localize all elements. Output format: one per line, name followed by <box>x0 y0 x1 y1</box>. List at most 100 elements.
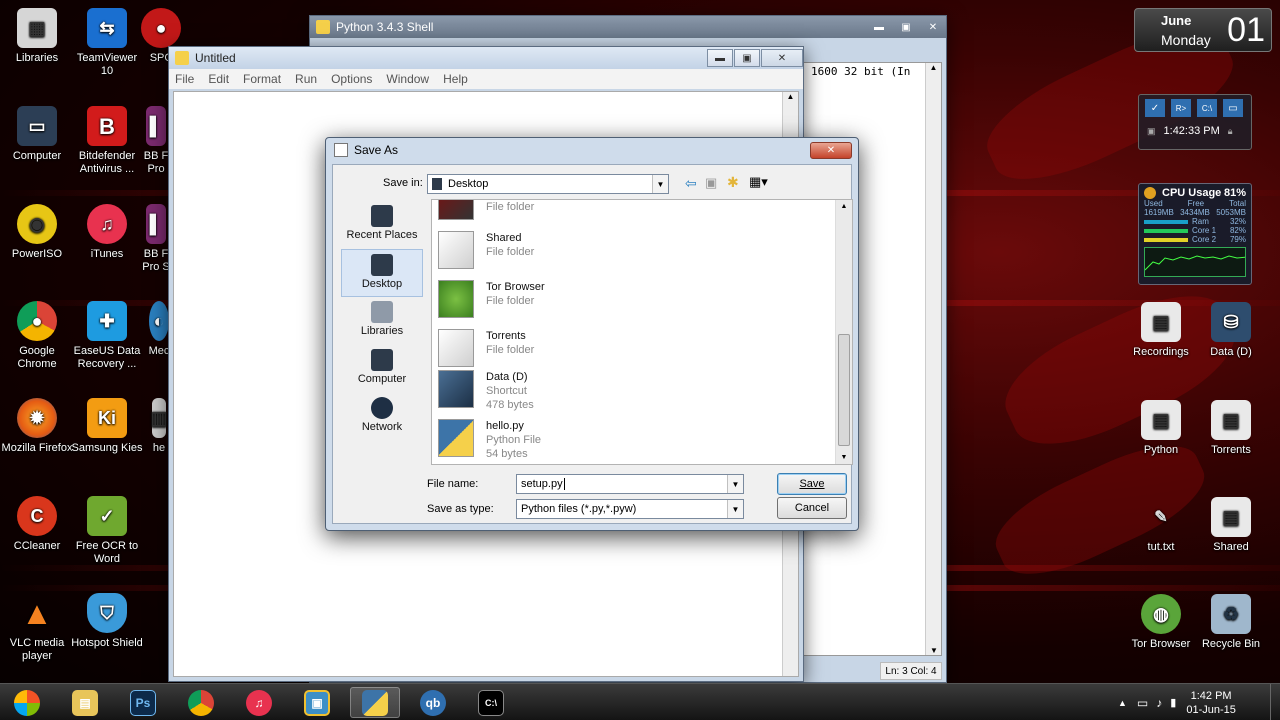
desktop-icon-python[interactable]: ▤ Python <box>1125 400 1197 457</box>
menu-edit[interactable]: Edit <box>208 72 229 86</box>
desktop-icon-tut-txt[interactable]: ✎ tut.txt <box>1125 497 1197 554</box>
close-button[interactable]: ✕ <box>920 18 946 36</box>
desktop-icon-recycle-bin[interactable]: ♻ Recycle Bin <box>1195 594 1267 651</box>
shell-scrollbar[interactable]: ▲ ▼ <box>925 63 941 655</box>
taskbar-photoshop[interactable]: Ps <box>118 687 168 718</box>
desktop-icon-data-d[interactable]: ⛁ Data (D) <box>1195 302 1267 359</box>
menu-window[interactable]: Window <box>386 72 429 86</box>
taskbar-qbittorrent[interactable]: qb <box>408 687 458 718</box>
desktop-icon-free-ocr[interactable]: ✓ Free OCR to Word <box>71 496 143 566</box>
cpu-total-label: Total <box>1229 199 1246 208</box>
signal-icon[interactable]: ▮ <box>1170 696 1176 709</box>
cancel-button[interactable]: Cancel <box>777 497 847 519</box>
connect-icon[interactable]: R> <box>1171 99 1191 117</box>
taskbar-archive[interactable]: ▣ <box>292 687 342 718</box>
network-check-icon[interactable]: ✓ <box>1145 99 1165 117</box>
scrollbar-thumb[interactable] <box>838 334 850 446</box>
menu-file[interactable]: File <box>175 72 194 86</box>
file-list-scrollbar[interactable]: ▲ ▼ <box>835 200 852 464</box>
taskbar-chrome[interactable] <box>176 687 226 718</box>
editor-scroll-up-icon[interactable]: ▲ <box>783 92 798 101</box>
start-button[interactable] <box>2 687 52 718</box>
save-in-combo[interactable]: Desktop ▼ <box>427 174 669 194</box>
save-button[interactable]: Save <box>777 473 847 495</box>
dialog-titlebar[interactable]: Save As ✕ <box>326 138 858 162</box>
desktop-icon-poweriso[interactable]: ◉ PowerISO <box>1 204 73 261</box>
desktop-icon-teamviewer[interactable]: ⇆ TeamViewer 10 <box>71 8 143 78</box>
place-desktop[interactable]: Desktop <box>341 249 423 297</box>
maximize-button[interactable]: ▣ <box>893 18 919 36</box>
tray-expand-icon[interactable]: ▲ <box>1118 698 1127 708</box>
place-libraries[interactable]: Libraries <box>341 297 423 345</box>
desktop-icon-computer[interactable]: ▭ Computer <box>1 106 73 163</box>
taskbar-explorer[interactable]: ▤ <box>60 687 110 718</box>
file-list[interactable]: File folder Shared File folder Tor Brows… <box>431 199 853 465</box>
chevron-down-icon[interactable]: ▼ <box>727 475 743 493</box>
desktop-icon-itunes[interactable]: ♫ iTunes <box>71 204 143 261</box>
clock-gadget[interactable]: ✓ R> C:\ ▭ ▣ 1:42:33 PM 🔒︎ <box>1138 94 1252 150</box>
show-desktop-button[interactable] <box>1270 684 1280 720</box>
file-name-input[interactable]: setup.py ▼ <box>516 474 744 494</box>
place-computer[interactable]: Computer <box>341 345 423 393</box>
place-network[interactable]: Network <box>341 393 423 441</box>
desktop-icon-shared[interactable]: ▤ Shared <box>1195 497 1267 554</box>
shell-titlebar[interactable]: Python 3.4.3 Shell ▬ ▣ ✕ <box>310 16 946 38</box>
editor-close-button[interactable]: ✕ <box>761 49 803 67</box>
desktop-icon-google-chrome[interactable]: ● Google Chrome <box>1 301 73 371</box>
editor-titlebar[interactable]: Untitled ▬ ▣ ✕ <box>169 47 803 69</box>
editor-maximize-button[interactable]: ▣ <box>734 49 760 67</box>
scroll-up-icon[interactable]: ▲ <box>836 200 852 210</box>
menu-format[interactable]: Format <box>243 72 281 86</box>
scroll-down-icon[interactable]: ▼ <box>926 646 942 655</box>
menu-help[interactable]: Help <box>443 72 468 86</box>
monitor-icon[interactable]: ▭ <box>1223 99 1243 117</box>
desktop-icon-ccleaner[interactable]: C CCleaner <box>1 496 73 553</box>
desktop-icon-samsung-kies[interactable]: Ki Samsung Kies <box>71 398 143 455</box>
menu-run[interactable]: Run <box>295 72 317 86</box>
desktop-icon-bitdefender[interactable]: B Bitdefender Antivirus ... <box>71 106 143 176</box>
network-tray-icon[interactable]: ▭ <box>1137 696 1148 710</box>
desktop-icon-easeus[interactable]: ✚ EaseUS Data Recovery ... <box>71 301 143 371</box>
scroll-up-icon[interactable]: ▲ <box>926 63 941 72</box>
taskbar-cmd[interactable]: C:\ <box>466 687 516 718</box>
list-item[interactable]: Tor Browser File folder <box>438 280 545 326</box>
calendar-gadget[interactable]: June Monday 01 <box>1134 8 1272 52</box>
desktop-icon-firefox[interactable]: ✹ Mozilla Firefox <box>1 398 73 455</box>
up-folder-icon[interactable]: ▣ <box>705 175 717 191</box>
taskbar-python[interactable] <box>350 687 400 718</box>
list-item[interactable]: File folder <box>438 200 534 228</box>
desktop-icon-bbf-pro-s[interactable]: ▌ BB F Pro S <box>141 204 171 274</box>
list-item[interactable]: hello.py Python File 54 bytes <box>438 419 541 464</box>
desktop-icon-tor-browser[interactable]: ◍ Tor Browser <box>1125 594 1197 651</box>
places-bar: Recent Places Desktop Libraries Computer… <box>341 201 423 463</box>
desktop-icon-torrents[interactable]: ▤ Torrents <box>1195 400 1267 457</box>
desktop-icon-hotspot-shield[interactable]: ⛉ Hotspot Shield <box>71 593 143 650</box>
taskbar-itunes[interactable]: ♫ <box>234 687 284 718</box>
recycle-bin-icon: ♻ <box>1211 594 1251 634</box>
chevron-down-icon[interactable]: ▼ <box>652 175 668 193</box>
cmd-icon[interactable]: C:\ <box>1197 99 1217 117</box>
desktop-icon-recordings[interactable]: ▤ Recordings <box>1125 302 1197 359</box>
scroll-down-icon[interactable]: ▼ <box>836 454 852 461</box>
view-menu-icon[interactable]: ▦▾ <box>749 174 768 190</box>
place-recent-places[interactable]: Recent Places <box>341 201 423 249</box>
file-name: Torrents <box>486 330 526 342</box>
volume-icon[interactable]: ♪ <box>1156 696 1162 710</box>
desktop-icon-vlc[interactable]: ▲ VLC media player <box>1 593 73 663</box>
list-item[interactable]: Torrents File folder <box>438 329 534 375</box>
minimize-button[interactable]: ▬ <box>866 18 892 36</box>
save-as-dialog[interactable]: Save As ✕ Save in: Desktop ▼ ⇦ ▣ ✱ ▦▾ Re… <box>325 137 859 531</box>
editor-minimize-button[interactable]: ▬ <box>707 49 733 67</box>
list-item[interactable]: Shared File folder <box>438 231 534 277</box>
chevron-down-icon[interactable]: ▼ <box>727 500 743 518</box>
desktop-icon-bbf-pro[interactable]: ▌ BB F Pro <box>141 106 171 176</box>
new-folder-icon[interactable]: ✱ <box>727 174 739 191</box>
dialog-close-button[interactable]: ✕ <box>810 141 852 159</box>
cpu-usage-gadget[interactable]: CPU Usage 81% Used Free Total 1619MB 343… <box>1138 183 1252 285</box>
list-item[interactable]: Data (D) Shortcut 478 bytes <box>438 370 534 416</box>
tray-clock[interactable]: 1:42 PM 01-Jun-15 <box>1186 689 1236 717</box>
menu-options[interactable]: Options <box>331 72 372 86</box>
desktop-icon-libraries[interactable]: ▦ Libraries <box>1 8 73 65</box>
back-arrow-icon[interactable]: ⇦ <box>685 175 697 192</box>
save-type-select[interactable]: Python files (*.py,*.pyw) ▼ <box>516 499 744 519</box>
